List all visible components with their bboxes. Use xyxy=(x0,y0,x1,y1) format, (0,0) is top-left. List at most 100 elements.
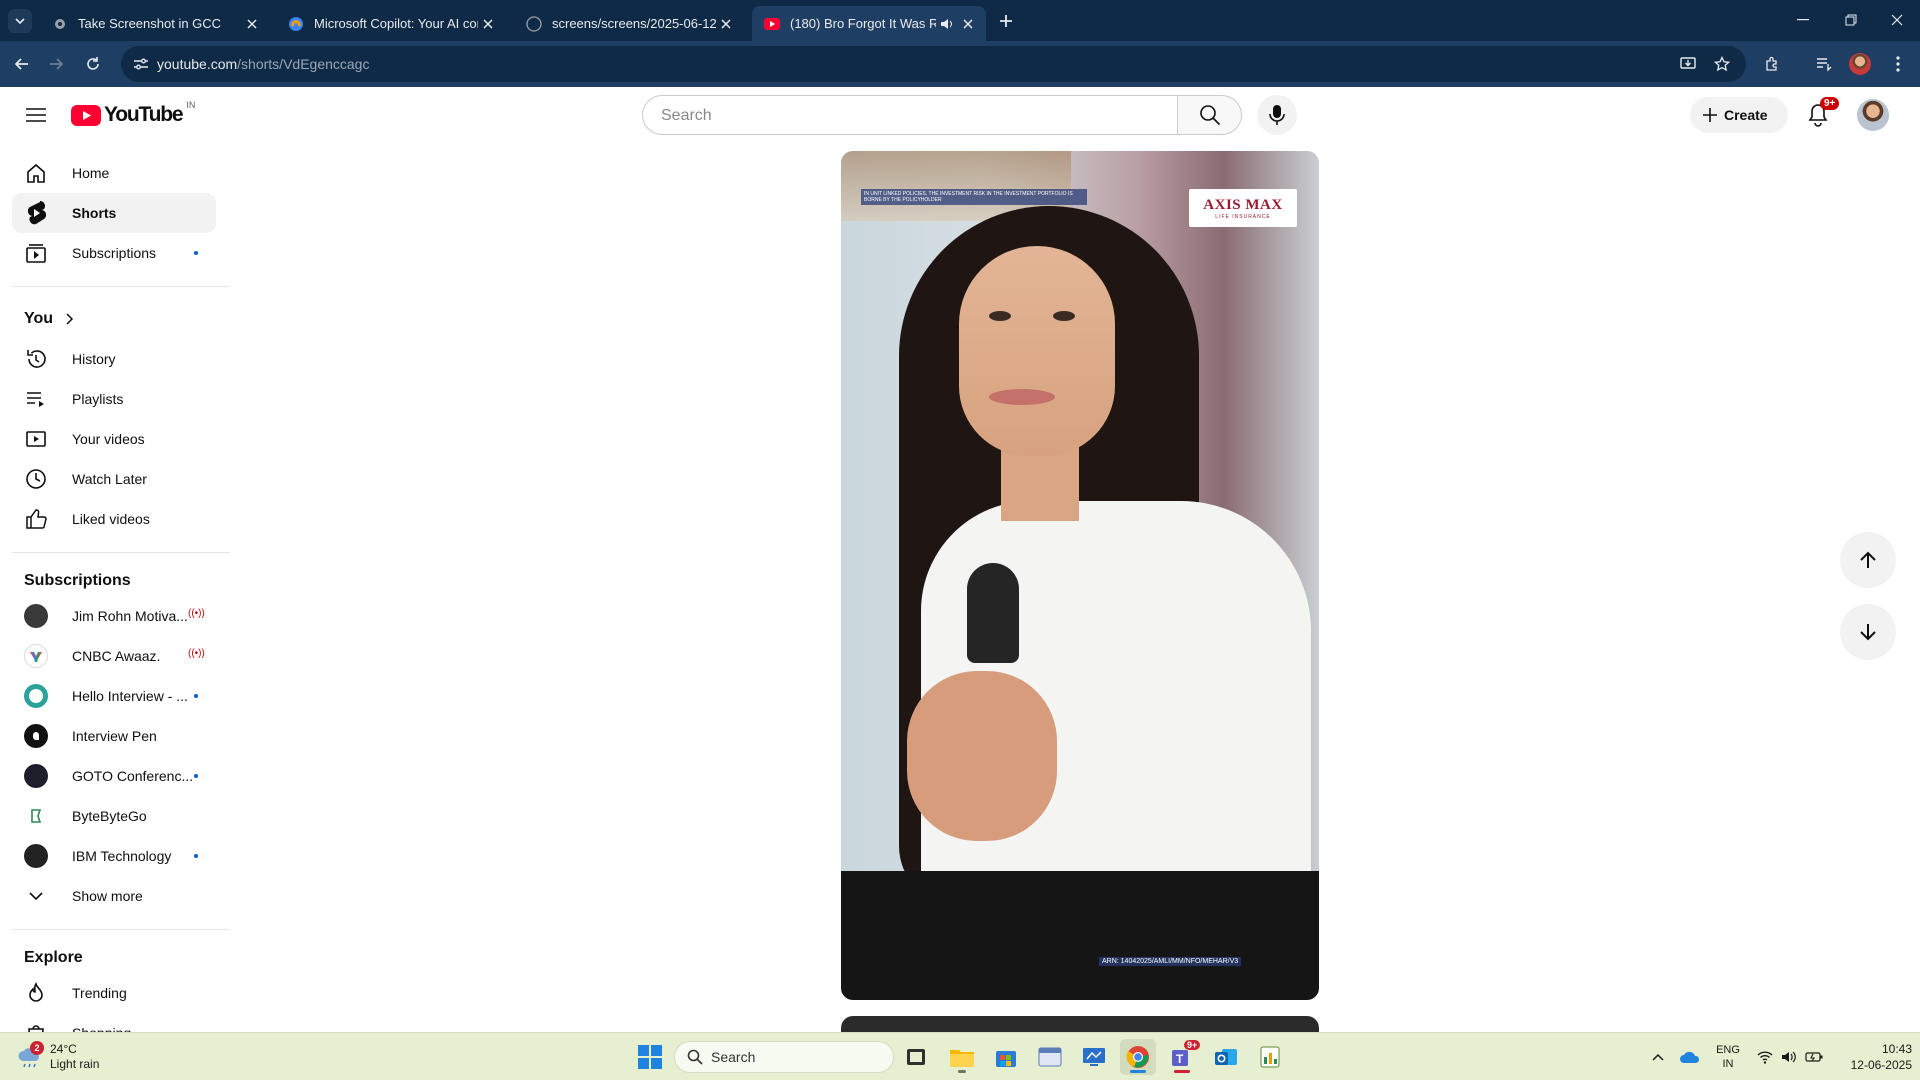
sidebar-item-playlists[interactable]: Playlists xyxy=(12,379,216,419)
shorts-video-player[interactable]: IN UNIT LINKED POLICIES, THE INVESTMENT … xyxy=(841,151,1319,1000)
restore-button[interactable] xyxy=(1828,0,1874,40)
subscription-channel[interactable]: ByteByteGo xyxy=(12,796,216,836)
sidebar-item-shorts[interactable]: Shorts xyxy=(12,193,216,233)
create-button[interactable]: Create xyxy=(1690,97,1788,133)
channel-avatar xyxy=(24,604,48,628)
subscription-channel[interactable]: Hello Interview - ... xyxy=(12,676,216,716)
file-explorer-icon[interactable] xyxy=(944,1039,980,1075)
sidebar-item-shopping[interactable]: Shopping xyxy=(12,1013,216,1033)
battery-icon[interactable] xyxy=(1802,1033,1826,1081)
show-hidden-icons-button[interactable] xyxy=(1646,1033,1670,1081)
sidebar-item-trending[interactable]: Trending xyxy=(12,973,216,1013)
shorts-icon xyxy=(24,201,48,225)
clock[interactable]: 10:43 12-06-2025 xyxy=(1834,1033,1912,1081)
site-info-icon[interactable] xyxy=(129,52,153,76)
browser-tab[interactable]: screens/screens/2025-06-12_09 xyxy=(514,6,744,41)
arrow-up-icon xyxy=(1860,551,1876,568)
divider xyxy=(12,929,230,930)
sidebar-item-home[interactable]: Home xyxy=(12,153,216,193)
video-disclaimer-overlay: IN UNIT LINKED POLICIES, THE INVESTMENT … xyxy=(861,189,1087,205)
address-bar[interactable]: youtube.com/shorts/VdEgenccagc xyxy=(121,46,1746,82)
search-input[interactable] xyxy=(659,96,1163,136)
media-controls-button[interactable] xyxy=(1808,48,1840,80)
back-button[interactable] xyxy=(6,48,38,80)
wifi-icon[interactable] xyxy=(1754,1033,1776,1081)
chevron-up-icon xyxy=(1652,1053,1664,1061)
arrow-right-icon xyxy=(50,58,64,70)
profile-button[interactable] xyxy=(1844,48,1876,80)
spreadsheet-app-icon[interactable] xyxy=(1252,1039,1288,1075)
microsoft-store-icon[interactable] xyxy=(988,1039,1024,1075)
video-person-eye xyxy=(1053,311,1075,321)
subscription-channel[interactable]: Interview Pen xyxy=(12,716,216,756)
video-microphone xyxy=(967,563,1019,663)
hamburger-icon xyxy=(26,108,46,122)
reload-button[interactable] xyxy=(77,48,109,80)
task-view-icon[interactable] xyxy=(898,1039,934,1075)
subscription-channel[interactable]: Jim Rohn Motiva... ((•)) xyxy=(12,596,216,636)
browser-tab-strip: Take Screenshot in GCC Microsoft Copilot… xyxy=(0,0,1920,41)
volume-icon[interactable] xyxy=(1778,1033,1800,1081)
search-icon xyxy=(687,1049,703,1065)
bookmark-button[interactable] xyxy=(1706,48,1738,80)
show-more-button[interactable]: Show more xyxy=(12,876,216,916)
browser-tab[interactable]: Microsoft Copilot: Your AI comp xyxy=(276,6,506,41)
chrome-menu-button[interactable] xyxy=(1882,48,1914,80)
new-tab-button[interactable] xyxy=(993,8,1019,34)
you-heading[interactable]: You xyxy=(24,310,77,328)
weather-badge: 2 xyxy=(30,1041,44,1055)
tab-search-button[interactable] xyxy=(8,9,32,33)
remote-desktop-icon[interactable] xyxy=(1076,1039,1112,1075)
video-person-face xyxy=(959,246,1115,456)
github-icon xyxy=(526,15,542,32)
outlook-icon[interactable] xyxy=(1208,1039,1244,1075)
close-icon[interactable] xyxy=(958,14,978,34)
previous-short-button[interactable] xyxy=(1840,532,1896,588)
youtube-logo[interactable]: YouTube IN xyxy=(71,100,195,128)
notifications-button[interactable]: 9+ xyxy=(1798,95,1840,135)
video-person-hands xyxy=(907,671,1057,841)
next-short-button[interactable] xyxy=(1840,604,1896,660)
watch-later-icon xyxy=(24,467,48,491)
sidebar-item-history[interactable]: History xyxy=(12,339,216,379)
close-icon[interactable] xyxy=(716,14,736,34)
browser-tab-active[interactable]: (180) Bro Forgot It Was Rob xyxy=(752,6,986,41)
window-app-icon[interactable] xyxy=(1032,1039,1068,1075)
speaker-icon[interactable] xyxy=(936,14,956,34)
close-window-button[interactable] xyxy=(1874,0,1920,40)
sidebar-item-subscriptions[interactable]: Subscriptions xyxy=(12,233,216,273)
sidebar-item-your-videos[interactable]: Your videos xyxy=(12,419,216,459)
forward-button[interactable] xyxy=(40,48,72,80)
browser-tab[interactable]: Take Screenshot in GCC xyxy=(40,6,270,41)
arrow-left-icon xyxy=(14,58,28,70)
teams-icon[interactable]: T 9+ xyxy=(1164,1039,1201,1075)
minimize-button[interactable] xyxy=(1780,0,1826,40)
channel-avatar xyxy=(24,684,48,708)
plus-icon xyxy=(1000,15,1012,27)
onedrive-icon[interactable] xyxy=(1676,1033,1704,1081)
notification-badge: 9+ xyxy=(1820,97,1840,110)
sponsor-logo: AXIS MAX LIFE INSURANCE xyxy=(1189,189,1297,227)
weather-widget[interactable]: 2 24°C Light rain xyxy=(16,1039,99,1075)
sidebar-item-liked-videos[interactable]: Liked videos xyxy=(12,499,216,539)
search-button[interactable] xyxy=(1178,95,1242,135)
subscription-channel[interactable]: GOTO Conferenc... xyxy=(12,756,216,796)
chevron-right-icon xyxy=(66,313,74,325)
guide-menu-button[interactable] xyxy=(18,97,54,133)
video-person-eye xyxy=(989,311,1011,321)
language-indicator[interactable]: ENG IN xyxy=(1710,1033,1746,1081)
install-app-button[interactable] xyxy=(1672,48,1704,80)
close-icon[interactable] xyxy=(478,14,498,34)
subscription-channel[interactable]: IBM Technology xyxy=(12,836,216,876)
kebab-menu-icon xyxy=(1896,56,1900,72)
extensions-button[interactable] xyxy=(1756,48,1788,80)
subscription-channel[interactable]: CNBC Awaaz. ((•)) xyxy=(12,636,216,676)
close-icon[interactable] xyxy=(242,14,262,34)
account-avatar[interactable] xyxy=(1857,99,1889,131)
sidebar-item-watch-later[interactable]: Watch Later xyxy=(12,459,216,499)
chrome-taskbar-icon[interactable] xyxy=(1120,1039,1156,1075)
start-button[interactable] xyxy=(632,1039,668,1075)
voice-search-button[interactable] xyxy=(1257,95,1297,135)
taskbar-search[interactable]: Search xyxy=(674,1041,894,1073)
subscriptions-heading: Subscriptions xyxy=(24,572,131,589)
